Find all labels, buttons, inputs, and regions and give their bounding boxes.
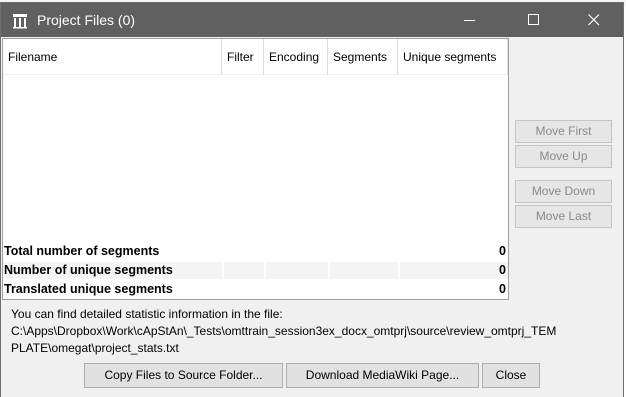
total-segments-label: Total number of segments (4, 244, 160, 258)
totals-row: Translated unique segments 0 (3, 280, 508, 299)
maximize-button[interactable] (511, 3, 557, 37)
move-first-button[interactable]: Move First (515, 120, 612, 143)
stats-file-path-line: PLATE\omegat\project_stats.txt (11, 341, 179, 355)
close-icon (588, 14, 600, 26)
statistics-info: You can find detailed statistic informat… (11, 306, 611, 357)
translated-unique-value: 0 (499, 282, 506, 296)
column-header-filename[interactable]: Filename (3, 39, 222, 75)
totals-row: Total number of segments 0 (3, 242, 508, 261)
translated-unique-label: Translated unique segments (4, 282, 173, 296)
window-title: Project Files (0) (37, 12, 136, 28)
column-header-unique-segments[interactable]: Unique segments (398, 39, 508, 75)
table-header: Filename Filter Encoding Segments Unique… (3, 39, 508, 75)
close-window-button[interactable] (571, 3, 617, 37)
column-header-encoding[interactable]: Encoding (264, 39, 328, 75)
move-down-button[interactable]: Move Down (515, 180, 612, 203)
download-mediawiki-button[interactable]: Download MediaWiki Page... (286, 363, 479, 388)
table-body[interactable] (3, 76, 508, 241)
minimize-button[interactable] (447, 3, 493, 37)
omegat-app-icon (13, 14, 27, 29)
project-files-table[interactable]: Filename Filter Encoding Segments Unique… (2, 38, 509, 300)
info-line: You can find detailed statistic informat… (11, 307, 283, 321)
project-files-dialog: Project Files (0) Filename Filter Encodi… (0, 2, 624, 397)
copy-files-button[interactable]: Copy Files to Source Folder... (84, 363, 283, 388)
unique-segments-value: 0 (499, 263, 506, 277)
move-last-button[interactable]: Move Last (515, 205, 612, 228)
totals-section: Total number of segments 0 Number of uni… (3, 242, 508, 299)
minimize-icon (464, 20, 475, 21)
column-header-segments[interactable]: Segments (328, 39, 398, 75)
total-segments-value: 0 (499, 244, 506, 258)
maximize-icon (528, 14, 539, 25)
stats-file-path-line: C:\Apps\Dropbox\Work\cApStAn\_Tests\omtt… (11, 324, 557, 338)
column-header-filter[interactable]: Filter (222, 39, 264, 75)
title-bar: Project Files (0) (1, 3, 623, 37)
move-up-button[interactable]: Move Up (515, 145, 612, 168)
unique-segments-label: Number of unique segments (4, 263, 173, 277)
totals-row: Number of unique segments 0 (3, 261, 508, 280)
close-button[interactable]: Close (482, 363, 540, 388)
